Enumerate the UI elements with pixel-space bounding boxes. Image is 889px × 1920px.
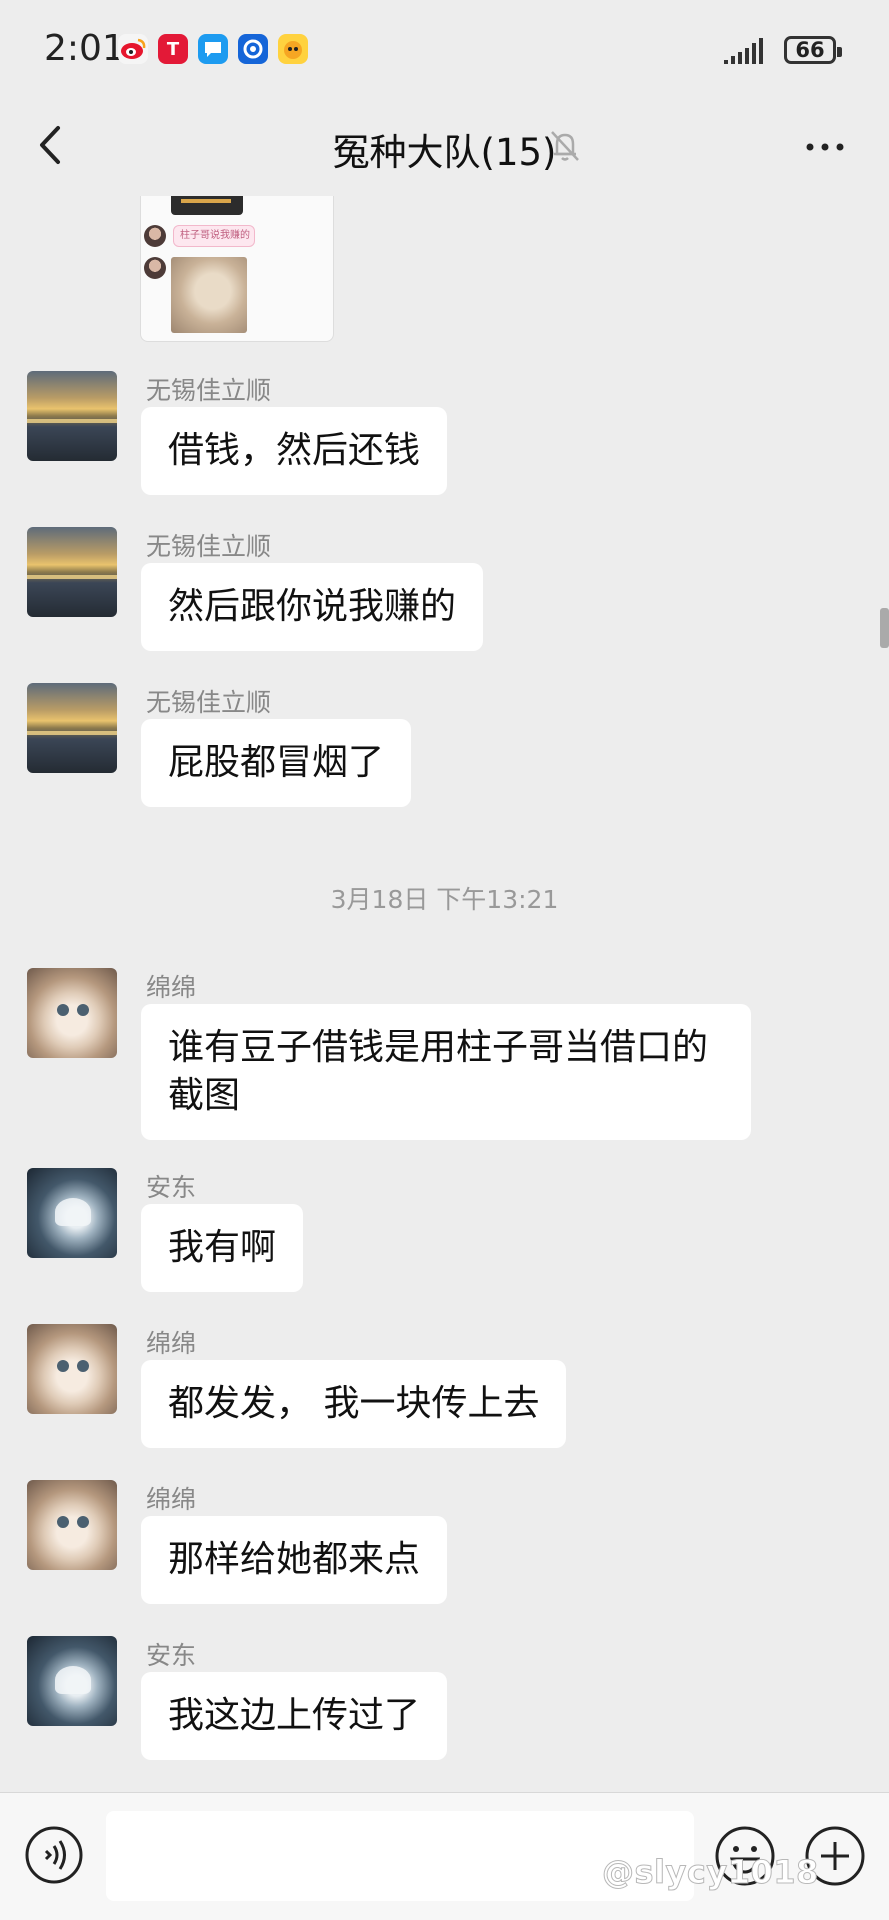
- status-bar: 2:01 T 66: [0, 0, 889, 100]
- sender-name: 安东: [146, 1173, 197, 1202]
- message-list[interactable]: 柱子哥说我赚的 无锡佳立顺 借钱，然后还钱 无锡佳立顺 然后跟你说我赚的 无锡佳…: [0, 196, 889, 1792]
- message-bubble[interactable]: 屁股都冒烟了: [141, 719, 412, 807]
- screenshot-avatar: [144, 257, 166, 279]
- avatar[interactable]: [27, 1480, 117, 1570]
- screenshot-avatar: [144, 225, 166, 247]
- message-bubble[interactable]: 借钱，然后还钱: [141, 407, 448, 495]
- avatar[interactable]: [27, 1168, 117, 1258]
- screenshot-caption: 柱子哥说我赚的: [173, 225, 255, 247]
- avatar[interactable]: [27, 683, 117, 773]
- tesla-icon: T: [158, 34, 188, 64]
- avatar[interactable]: [27, 968, 117, 1058]
- avatar[interactable]: [27, 371, 117, 461]
- browser-icon: [238, 34, 268, 64]
- voice-icon[interactable]: [24, 1825, 84, 1885]
- status-time: 2:01: [44, 28, 125, 69]
- message-bubble[interactable]: 我有啊: [141, 1204, 304, 1292]
- battery-indicator: 66: [784, 36, 842, 64]
- more-icon[interactable]: [800, 122, 850, 172]
- avatar[interactable]: [27, 1636, 117, 1726]
- sender-name: 安东: [146, 1641, 197, 1670]
- sender-name: 绵绵: [146, 973, 197, 1002]
- status-app-icons: T: [118, 34, 308, 64]
- message-bubble[interactable]: 然后跟你说我赚的: [141, 563, 484, 651]
- message-bubble[interactable]: 谁有豆子借钱是用柱子哥当借口的截图: [141, 1004, 751, 1140]
- chat-app-icon: [198, 34, 228, 64]
- sender-name: 无锡佳立顺: [146, 532, 272, 561]
- chat-header: 冤种大队(15): [0, 100, 889, 196]
- mute-bell-icon: [551, 131, 579, 161]
- sender-name: 无锡佳立顺: [146, 376, 272, 405]
- message-bubble[interactable]: 我这边上传过了: [141, 1672, 448, 1760]
- avatar[interactable]: [27, 1324, 117, 1414]
- group-title: 冤种大队(15): [0, 122, 889, 176]
- group-title-text: 冤种大队(15): [332, 131, 557, 174]
- scrollbar-thumb[interactable]: [880, 608, 889, 648]
- signal-icon: [724, 38, 763, 64]
- screenshot-cat-image: [171, 257, 247, 333]
- sender-name: 绵绵: [146, 1329, 197, 1358]
- sender-name: 绵绵: [146, 1485, 197, 1514]
- screenshot-dark-strip: [171, 196, 243, 215]
- sender-name: 无锡佳立顺: [146, 688, 272, 717]
- watermark: @slycy1018: [602, 1853, 819, 1892]
- message-bubble[interactable]: 那样给她都来点: [141, 1516, 448, 1604]
- game-icon: [278, 34, 308, 64]
- timestamp: 3月18日 下午13:21: [330, 885, 559, 914]
- shared-chat-screenshot[interactable]: 柱子哥说我赚的: [140, 196, 334, 342]
- weibo-icon: [118, 34, 148, 64]
- message-bubble[interactable]: 都发发， 我一块传上去: [141, 1360, 567, 1448]
- avatar[interactable]: [27, 527, 117, 617]
